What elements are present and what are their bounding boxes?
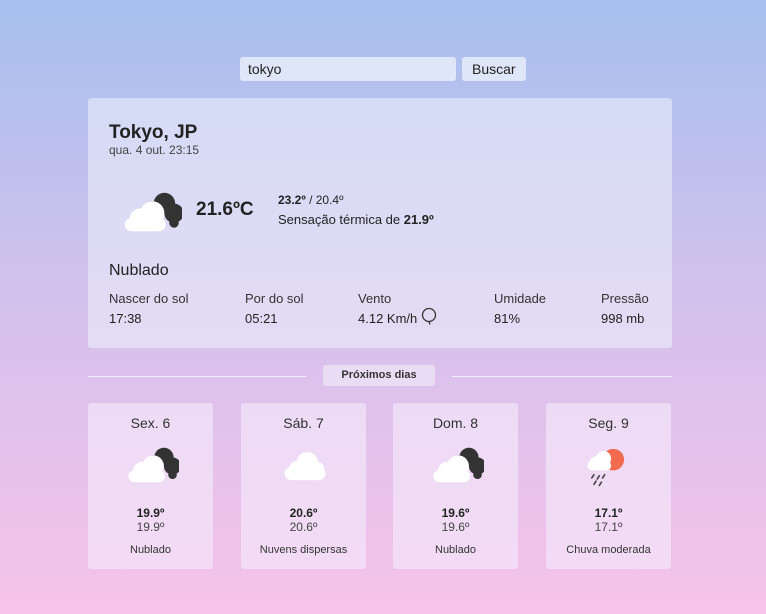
forecast-day-name: Sáb. 7 [283,415,324,431]
forecast-day-name: Dom. 8 [432,415,479,431]
forecast-day-card: Sáb. 7 20.6º 20.6º Nuvens dispersas [241,403,366,569]
stat-pressure: Pressão 998 mb [601,291,649,326]
forecast-description: Nublado [435,544,476,556]
feels-like-value: 21.9º [403,212,434,227]
wind-direction-icon [420,307,438,328]
divider-right [452,376,672,377]
forecast-max: 19.6º [441,506,470,520]
stat-label: Vento [358,291,392,306]
feels-like: Sensação térmica de 21.9º [278,212,434,227]
stat-value: 05:21 [245,311,278,326]
stat-label: Por do sol [245,291,304,306]
feels-like-label: Sensação térmica de [278,212,404,227]
forecast-description: Nublado [130,544,171,556]
stat-value: 17:38 [109,311,142,326]
cloud-icon [241,443,366,487]
condition-text: Nublado [109,262,169,279]
forecast-description: Chuva moderada [566,544,651,556]
current-temperature: 21.6ºC [196,199,254,220]
stat-humidity: Umidade 81% [494,291,546,326]
stat-label: Umidade [494,291,547,306]
forecast-min: 19.6º [441,520,470,534]
forecast-title: Próximos dias [323,365,435,386]
stat-value: 998 mb [601,311,645,326]
forecast-min: 20.6º [289,520,318,534]
forecast-day-name: Seg. 9 [588,415,629,431]
forecast-max: 17.1º [594,506,623,520]
cloudy-icon [88,443,213,487]
forecast-day-card: Seg. 9 17.1º 17.1º Chuva moderada [546,403,671,569]
forecast-min: 19.9º [136,520,165,534]
search-button[interactable]: Buscar [462,57,526,81]
cloudy-icon [118,188,184,241]
stat-label: Pressão [601,291,649,306]
city-name: Tokyo, JP [109,122,198,143]
forecast-max: 20.6º [289,506,318,520]
rain-sun-icon [546,443,671,487]
divider-left [88,376,306,377]
stat-label: Nascer do sol [109,291,189,306]
search-input[interactable] [240,57,456,81]
cloudy-icon [393,443,518,487]
forecast-day-name: Sex. 6 [130,415,171,431]
forecast-description: Nuvens dispersas [259,544,348,556]
current-datetime: qua. 4 out. 23:15 [109,143,200,157]
low-temp: / 20.4º [305,193,344,207]
high-temp: 23.2º [278,193,306,207]
forecast-min: 17.1º [594,520,623,534]
stat-value: 4.12 Km/h [358,311,418,326]
stat-wind: Vento 4.12 Km/h [358,291,438,328]
stat-value-row: 4.12 Km/h [358,307,438,328]
stat-value: 81% [494,311,521,326]
stat-sunrise: Nascer do sol 17:38 [109,291,188,326]
high-low: 23.2º / 20.4º [278,193,344,207]
search-bar: Buscar [240,57,526,81]
current-weather-card: Tokyo, JP qua. 4 out. 23:15 21.6ºC 23.2º… [88,98,672,348]
forecast-day-card: Dom. 8 19.6º 19.6º Nublado [393,403,518,569]
forecast-day-card: Sex. 6 19.9º 19.9º Nublado [88,403,213,569]
forecast-max: 19.9º [136,506,165,520]
stat-sunset: Por do sol 05:21 [245,291,304,326]
